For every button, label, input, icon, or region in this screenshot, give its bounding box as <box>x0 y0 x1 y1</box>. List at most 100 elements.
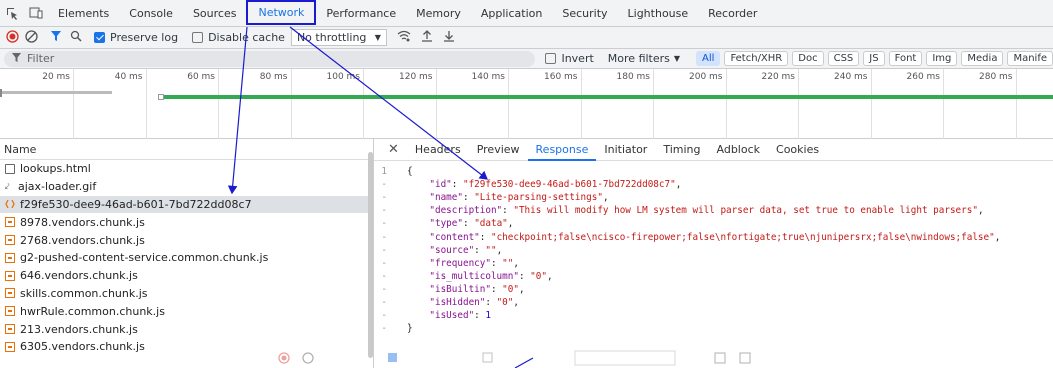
request-list-scrollbar[interactable] <box>368 152 373 358</box>
throttling-select[interactable]: No throttling ▼ <box>290 29 387 46</box>
more-filters-label: More filters <box>607 52 670 65</box>
timeline-tick-label: 240 ms <box>834 72 868 82</box>
timeline-request-bar <box>164 95 1053 99</box>
tab-memory[interactable]: Memory <box>406 0 471 27</box>
download-icon[interactable] <box>443 30 455 45</box>
code-line: - "frequency": "", <box>374 257 1053 270</box>
close-icon[interactable]: ✕ <box>388 142 399 157</box>
timeline-tick-label: 40 ms <box>114 72 143 82</box>
json-key: "content" <box>429 231 480 243</box>
line-gutter: - <box>381 270 387 282</box>
line-gutter: - <box>381 296 387 308</box>
overlay-toolbar-fragment <box>270 350 1053 368</box>
timeline-overview[interactable]: 20 ms 40 ms 60 ms 80 ms 100 ms 120 ms 140 ms 16… <box>0 69 1053 139</box>
name-column-header[interactable]: Name <box>0 139 373 160</box>
request-row[interactable]: f29fe530-dee9-46ad-b601-7bd722dd08c7 <box>0 195 373 214</box>
json-value: "data" <box>474 218 508 230</box>
preserve-log-check[interactable] <box>94 32 105 43</box>
json-value: } <box>407 323 413 335</box>
tab-console[interactable]: Console <box>119 0 183 27</box>
tab-elements[interactable]: Elements <box>48 0 119 27</box>
request-rows: lookups.html ⤦ ajax-loader.gif f29fe530-dee… <box>0 160 373 356</box>
filter-chip-doc[interactable]: Doc <box>792 51 824 66</box>
tab-sources[interactable]: Sources <box>183 0 247 27</box>
request-name: hwrRule.common.chunk.js <box>20 304 165 318</box>
request-row[interactable]: lookups.html <box>0 160 373 178</box>
tab-network[interactable]: Network <box>246 0 317 25</box>
device-toolbar-icon[interactable] <box>29 6 43 20</box>
filter-chip-fetch-xhr[interactable]: Fetch/XHR <box>724 51 789 66</box>
json-colon: : <box>502 205 514 217</box>
clear-icon[interactable] <box>25 29 38 46</box>
timeline-gridline <box>653 69 654 139</box>
json-colon: : <box>462 192 475 204</box>
invert-check[interactable] <box>545 53 557 64</box>
json-colon: : <box>490 283 503 295</box>
upload-icon[interactable] <box>421 30 433 45</box>
json-comma: , <box>513 296 519 308</box>
search-icon[interactable] <box>70 30 82 45</box>
json-key: "name" <box>429 192 463 204</box>
filter-bar: Filter Invert More filters ▼ All Fetch/XH… <box>0 49 1053 69</box>
timeline-gridline <box>145 69 147 139</box>
detail-tab-headers[interactable]: Headers <box>407 139 469 161</box>
detail-tab-initiator[interactable]: Initiator <box>596 139 655 161</box>
code-line: - "isHidden": "0", <box>374 296 1053 309</box>
tab-security[interactable]: Security <box>552 0 617 27</box>
filter-icon[interactable] <box>50 30 62 45</box>
filter-input[interactable]: Filter <box>4 50 536 67</box>
filter-chip-css[interactable]: CSS <box>827 51 860 66</box>
timeline-tick-label: 100 ms <box>326 72 361 82</box>
timeline-tick-label: 220 ms <box>761 72 796 82</box>
filter-chip-all[interactable]: All <box>696 51 721 66</box>
json-comma: , <box>507 218 514 230</box>
detail-tab-cookies[interactable]: Cookies <box>768 139 827 161</box>
code-line: - "id": "f29fe530-dee9-46ad-b601-7bd722d… <box>374 178 1053 191</box>
request-row[interactable]: 2768.vendors.chunk.js <box>0 231 373 249</box>
filter-chip-manife[interactable]: Manife <box>1007 51 1053 66</box>
filter-chip-media[interactable]: Media <box>961 51 1004 66</box>
detail-tab-preview[interactable]: Preview <box>469 139 528 161</box>
detail-tab-timing[interactable]: Timing <box>655 139 708 161</box>
detail-tab-response[interactable]: Response <box>527 139 597 161</box>
timeline-gridline <box>435 69 437 139</box>
request-row[interactable]: g2-pushed-content-service.common.chunk.j… <box>0 249 373 267</box>
funnel-icon <box>12 52 21 65</box>
line-gutter: 1 <box>381 166 387 178</box>
preserve-log-checkbox[interactable]: Preserve log <box>94 31 178 44</box>
request-row[interactable]: hwrRule.common.chunk.js <box>0 302 373 320</box>
detail-tab-adblock[interactable]: Adblock <box>709 139 769 161</box>
json-comma: , <box>977 205 984 217</box>
record-icon[interactable] <box>6 29 19 46</box>
tab-performance[interactable]: Performance <box>316 0 406 27</box>
request-name: 8978.vendors.chunk.js <box>20 215 145 229</box>
code-line: - "is_multicolumn": "0", <box>374 270 1053 283</box>
tab-recorder[interactable]: Recorder <box>698 0 767 27</box>
filter-chip-img[interactable]: Img <box>926 51 958 66</box>
request-row[interactable]: ⤦ ajax-loader.gif <box>0 178 373 196</box>
filter-chip-js[interactable]: JS <box>863 51 885 66</box>
invert-checkbox[interactable]: Invert <box>545 52 594 65</box>
code-line: 1{ <box>374 165 1053 178</box>
script-icon <box>5 341 15 352</box>
code-line: - "source": "", <box>374 244 1053 257</box>
request-row[interactable]: skills.common.chunk.js <box>0 285 373 303</box>
tab-application[interactable]: Application <box>471 0 552 27</box>
disable-cache-check[interactable] <box>192 32 204 43</box>
script-icon <box>5 324 15 335</box>
more-filters-dropdown[interactable]: More filters ▼ <box>608 52 680 65</box>
request-row[interactable]: 213.vendors.chunk.js <box>0 320 373 338</box>
json-colon: : <box>462 218 475 230</box>
filter-chip-font[interactable]: Font <box>888 51 923 66</box>
disable-cache-checkbox[interactable]: Disable cache <box>192 31 285 44</box>
timeline-gridline <box>870 69 872 139</box>
json-value: "checkpoint;false\ncisco-firepower;false… <box>490 231 995 243</box>
network-conditions-icon[interactable] <box>397 30 411 45</box>
json-value: "This will modify how LM system will par… <box>513 205 978 217</box>
inspect-element-icon[interactable] <box>5 6 19 20</box>
request-row[interactable]: 646.vendors.chunk.js <box>0 267 373 285</box>
request-row[interactable]: 8978.vendors.chunk.js <box>0 213 373 231</box>
tab-lighthouse[interactable]: Lighthouse <box>618 0 699 27</box>
